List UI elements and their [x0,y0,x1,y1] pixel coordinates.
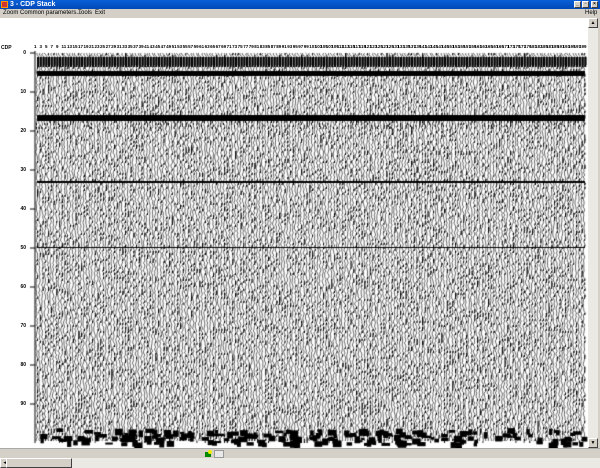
x-tick-label: 37 [133,44,139,49]
x-tick-label: 41 [144,44,150,49]
y-tick-label: 20 [20,128,26,134]
maximize-button[interactable]: ▫ [582,1,589,8]
x-tick-label: 3 [39,44,43,49]
x-tick-label: 39 [138,44,144,49]
vertical-scrollbar[interactable]: ▲ ▼ [588,18,598,448]
title-bar: 3 - CDP Stack _ ▫ × [0,0,600,9]
x-tick-label: 85 [265,44,271,49]
menu-zoom[interactable]: Zoom [3,9,18,18]
x-tick-label: 9 [56,44,59,49]
scroll-up-button[interactable]: ▲ [588,18,598,28]
x-tick-label: 21 [89,44,95,49]
x-tick-label: 25 [100,44,106,49]
x-tick-label: 31 [116,44,122,49]
x-tick-label: 57 [188,44,194,49]
x-tick-label: 89 [276,44,282,49]
tool-icon[interactable] [202,450,212,458]
y-tick-label: 90 [20,401,26,407]
x-axis-title: CDP [1,45,12,51]
app-icon [1,1,8,8]
y-tick-label: 60 [20,284,26,290]
x-tick-label: 7 [50,44,54,49]
menu-exit[interactable]: Exit [95,9,105,18]
x-tick-label: 19 [83,44,89,49]
scroll-down-button[interactable]: ▼ [588,438,598,448]
x-tick-label: 29 [111,44,117,49]
y-tick-label: 70 [20,323,26,329]
x-tick-label: 59 [193,44,199,49]
y-tick-label: 40 [20,206,26,212]
x-tick-label: 51 [171,44,177,49]
x-tick-label: 75 [237,44,243,49]
x-tick-label: 5 [45,44,48,49]
horizontal-scroll-thumb[interactable] [6,458,72,468]
x-tick-label: 69 [221,44,227,49]
x-tick-label: 97 [298,44,304,49]
horizontal-scrollbar[interactable]: ◄ [0,458,600,468]
x-tick-label: 43 [149,44,155,49]
x-tick-label: 55 [182,44,188,49]
x-tick-label: 73 [232,44,238,49]
x-tick-label: 17 [78,44,84,49]
x-tick-label: 95 [292,44,298,49]
x-tick-label: 71 [226,44,232,49]
x-tick-label: 93 [287,44,293,49]
close-button[interactable]: × [591,1,598,8]
x-tick-label: 67 [215,44,221,49]
menu-help[interactable]: Help [585,9,597,18]
x-tick-label: 49 [166,44,172,49]
x-tick-label: 35 [127,44,133,49]
x-tick-label: 99 [303,44,309,49]
x-tick-label: 91 [281,44,287,49]
x-tick-label: 13 [67,44,73,49]
x-tick-label: 61 [199,44,205,49]
x-tick-label: 199 [579,44,587,49]
y-tick-label: 80 [20,362,26,368]
menu-tools[interactable]: Tools [78,9,92,18]
window-title: 3 - CDP Stack [10,1,56,8]
x-tick-label: 81 [254,44,260,49]
x-tick-label: 11 [61,44,67,49]
x-tick-label: 77 [243,44,249,49]
x-tick-label: 53 [177,44,183,49]
x-tick-label: 33 [122,44,128,49]
x-tick-label: 63 [204,44,210,49]
x-tick-label: 47 [160,44,166,49]
y-tick-label: 30 [20,167,26,173]
y-tick-label: 50 [20,245,26,251]
x-tick-label: 83 [259,44,265,49]
seismic-traces [0,18,588,448]
minimize-button[interactable]: _ [574,1,581,8]
x-tick-label: 65 [210,44,216,49]
x-tick-label: 27 [105,44,111,49]
x-tick-label: 87 [270,44,276,49]
x-tick-label: 45 [155,44,161,49]
x-tick-label: 15 [72,44,78,49]
grid-icon[interactable] [214,450,224,458]
x-tick-label: 1 [34,44,37,49]
toolbar [0,448,600,458]
cdp-stack-plot: CDP 0 10 20 30 40 50 60 70 80 90 1 3 5 7 9 11 13 15 17 19 2… [0,18,588,448]
menu-common-parameters[interactable]: Common parameters... [20,9,81,18]
y-tick-label: 0 [23,50,26,56]
y-tick-label: 10 [20,89,26,95]
x-tick-label: 23 [94,44,100,49]
x-tick-label: 79 [248,44,254,49]
menu-bar: Zoom Common parameters... Tools Exit Hel… [0,9,600,18]
